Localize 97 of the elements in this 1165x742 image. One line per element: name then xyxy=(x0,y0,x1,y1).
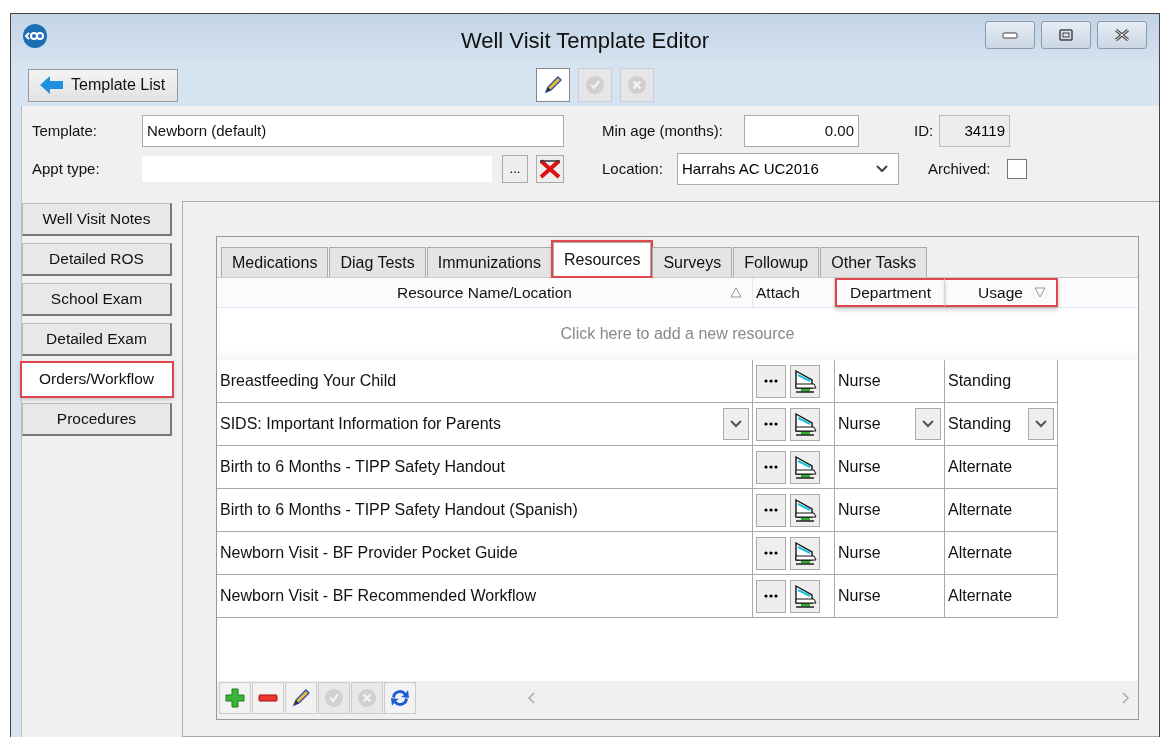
sidebar-button[interactable]: Detailed ROS xyxy=(22,243,172,276)
field-label: Appt type: xyxy=(32,160,101,177)
table-cell: Newborn Visit - BF Provider Pocket Guide xyxy=(217,532,753,575)
column-header[interactable]: Department xyxy=(835,278,945,307)
browse-button[interactable]: ... xyxy=(502,154,528,183)
scan-button[interactable] xyxy=(790,364,820,398)
remove-button[interactable] xyxy=(252,682,284,714)
window-title: Well Visit Template Editor xyxy=(460,27,710,54)
table-cell: Birth to 6 Months - TIPP Safety Handout (Spanish) xyxy=(217,489,753,532)
scan-button[interactable] xyxy=(790,493,820,527)
scanner-icon xyxy=(792,540,818,566)
dropdown-button[interactable] xyxy=(1028,408,1054,440)
scroll-right-icon xyxy=(1122,692,1130,704)
chevron-down-icon xyxy=(922,420,934,428)
ellipsis-icon xyxy=(764,508,778,512)
column-header[interactable]: Resource Name/Location xyxy=(217,278,753,307)
table-cell: Alternate xyxy=(945,446,1058,489)
sidebar-button[interactable]: Orders/Workflow xyxy=(22,363,172,396)
scanner-icon xyxy=(792,454,818,480)
cancel-icon xyxy=(356,687,378,709)
scanner-icon xyxy=(792,368,818,394)
edit-button[interactable] xyxy=(285,682,317,714)
ellipsis-icon xyxy=(764,551,778,555)
cancel-icon xyxy=(626,74,649,96)
sidebar-button[interactable]: Detailed Exam xyxy=(22,323,172,356)
scan-button[interactable] xyxy=(790,450,820,484)
sidebar-button[interactable]: Procedures xyxy=(22,403,172,436)
chevron-down-icon xyxy=(730,420,742,428)
table-cell: Breastfeeding Your Child xyxy=(217,360,753,403)
sidebar-button[interactable]: Well Visit Notes xyxy=(22,203,172,236)
table-cell: Standing xyxy=(945,403,1058,446)
close-button[interactable] xyxy=(1097,21,1147,49)
tab[interactable]: Immunizations xyxy=(426,247,552,277)
ellipsis-icon xyxy=(764,379,778,383)
tab[interactable]: Other Tasks xyxy=(820,247,928,277)
archived-checkbox[interactable] xyxy=(1007,158,1027,179)
minimize-button[interactable] xyxy=(985,21,1035,49)
plus-icon xyxy=(224,687,246,709)
field-label: Template: xyxy=(32,122,99,139)
table-cell: Nurse xyxy=(835,446,945,489)
scan-button[interactable] xyxy=(790,536,820,570)
logo-icon xyxy=(23,24,47,48)
add-button[interactable] xyxy=(219,682,251,714)
column-header[interactable]: Attach xyxy=(753,278,835,307)
dropdown-button[interactable] xyxy=(723,408,749,440)
tab[interactable]: Medications xyxy=(221,247,329,277)
min-age-field[interactable]: 0.00 xyxy=(744,114,859,147)
table-cell: Nurse xyxy=(835,360,945,403)
tab[interactable]: Diag Tests xyxy=(329,247,426,277)
id-field: 34119 xyxy=(939,114,1010,147)
field-label: ID: xyxy=(914,122,935,139)
table-cell: Alternate xyxy=(945,489,1058,532)
scanner-icon xyxy=(792,583,818,609)
dropdown-button[interactable] xyxy=(915,408,941,440)
scanner-icon xyxy=(792,411,818,437)
table-cell: Nurse xyxy=(835,532,945,575)
check-icon xyxy=(323,687,345,709)
chevron-down-icon xyxy=(876,164,888,173)
table-cell: SIDS: Important Information for Parents xyxy=(217,403,753,446)
clear-icon xyxy=(539,158,561,179)
arrow-left-icon xyxy=(39,75,65,95)
table-cell: Newborn Visit - BF Recommended Workflow xyxy=(217,575,753,618)
template-field[interactable]: Newborn (default) xyxy=(142,114,564,147)
table-cell: Nurse xyxy=(835,403,945,446)
field-label: Min age (months): xyxy=(602,122,724,139)
ellipsis-icon xyxy=(764,465,778,469)
tab[interactable]: Resources xyxy=(552,242,652,276)
tab[interactable]: Followup xyxy=(733,247,820,277)
refresh-button[interactable] xyxy=(384,682,416,714)
table-cell: Standing xyxy=(945,360,1058,403)
maximize-icon xyxy=(1059,29,1073,41)
tab[interactable]: Surveys xyxy=(652,247,733,277)
ellipsis-icon xyxy=(764,594,778,598)
scroll-left-icon xyxy=(527,692,535,704)
field-label: Archived: xyxy=(928,160,992,177)
refresh-icon xyxy=(389,687,411,709)
edit-button[interactable] xyxy=(536,68,571,102)
pencil-icon xyxy=(290,687,312,709)
scan-button[interactable] xyxy=(790,579,820,613)
sidebar-button[interactable]: School Exam xyxy=(22,283,172,316)
template-list-button[interactable]: Template List xyxy=(28,68,179,102)
table-cell: Alternate xyxy=(945,532,1058,575)
minimize-icon xyxy=(1002,31,1018,39)
scanner-icon xyxy=(792,497,818,523)
maximize-button[interactable] xyxy=(1041,21,1091,49)
table-cell: Nurse xyxy=(835,489,945,532)
location-dropdown[interactable]: Harrahs AC UC2016 xyxy=(677,152,899,185)
field-label: Location: xyxy=(602,160,664,177)
close-icon xyxy=(1114,29,1130,41)
check-icon xyxy=(584,74,607,96)
table-cell: Alternate xyxy=(945,575,1058,618)
scan-button[interactable] xyxy=(790,407,820,441)
chevron-down-icon xyxy=(1035,420,1047,428)
ellipsis-icon xyxy=(764,422,778,426)
clear-button[interactable] xyxy=(536,154,564,183)
table-cell: Nurse xyxy=(835,575,945,618)
table-cell: Birth to 6 Months - TIPP Safety Handout xyxy=(217,446,753,489)
